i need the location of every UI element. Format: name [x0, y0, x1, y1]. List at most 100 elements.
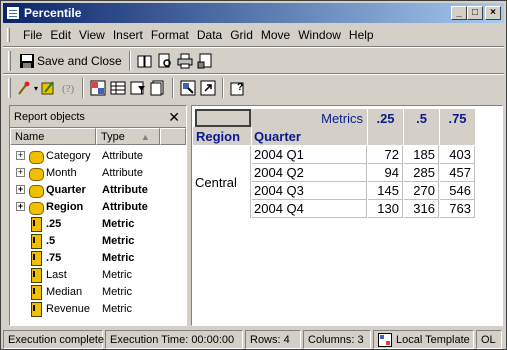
quarter-value[interactable]: 2004 Q4: [252, 200, 367, 218]
metric-header-50[interactable]: .5: [404, 109, 439, 127]
filter-icon[interactable]: [130, 80, 146, 96]
report-help-icon[interactable]: ?: [230, 80, 246, 96]
quarter-header[interactable]: Quarter: [252, 127, 367, 145]
grid-view-icon[interactable]: [110, 80, 126, 96]
menu-move[interactable]: Move: [257, 28, 294, 42]
region-header[interactable]: Region: [193, 127, 251, 145]
metric-icon: [30, 284, 42, 300]
quarter-value[interactable]: 2004 Q1: [252, 146, 367, 164]
grid-corner-cell[interactable]: [195, 109, 251, 127]
report-objects-list: + Category Attribute + Month Attribute +…: [10, 145, 186, 317]
metric-icon: [30, 233, 42, 249]
metric-header-25[interactable]: .25: [368, 109, 403, 127]
pages-icon[interactable]: [150, 80, 166, 96]
list-item[interactable]: Median Metric: [10, 283, 186, 300]
list-item[interactable]: Revenue Metric: [10, 300, 186, 317]
menu-data[interactable]: Data: [193, 28, 226, 42]
expand-icon[interactable]: +: [16, 185, 25, 194]
menu-grid[interactable]: Grid: [226, 28, 257, 42]
close-button[interactable]: ×: [485, 6, 501, 20]
save-and-close-button[interactable]: Save and Close: [14, 50, 125, 72]
status-template[interactable]: Local Template: [373, 330, 474, 349]
svg-text:(?): (?): [62, 83, 75, 95]
item-name: .5: [46, 234, 56, 247]
toolbar-grip: [8, 51, 11, 71]
status-mode: OL: [476, 330, 502, 349]
metric-value: 185: [404, 146, 439, 164]
item-name: Month: [46, 166, 77, 179]
list-item[interactable]: + Month Attribute: [10, 164, 186, 181]
maximize-button[interactable]: □: [467, 6, 483, 20]
menu-window[interactable]: Window: [294, 28, 345, 42]
toolbar-file: Save and Close: [3, 48, 215, 74]
header-spacer: [440, 127, 475, 145]
quarter-value[interactable]: 2004 Q3: [252, 182, 367, 200]
metric-header-75[interactable]: .75: [440, 109, 475, 127]
menu-view[interactable]: View: [75, 28, 109, 42]
item-type: Attribute: [102, 183, 148, 196]
list-item[interactable]: .5 Metric: [10, 232, 186, 249]
item-name: .75: [46, 251, 62, 264]
item-type: Metric: [102, 302, 132, 315]
item-name: Quarter: [46, 183, 86, 196]
app-window: Percentile _ □ × File Edit View Insert F…: [0, 0, 507, 350]
attribute-icon: [28, 149, 44, 164]
list-item[interactable]: + Category Attribute: [10, 147, 186, 164]
metric-value: 285: [404, 164, 439, 182]
metrics-label[interactable]: Metrics: [251, 109, 367, 127]
wand-icon[interactable]: [16, 80, 32, 96]
menu-format[interactable]: Format: [147, 28, 193, 42]
status-bar: Execution complete Execution Time: 00:00…: [3, 330, 504, 349]
column-header-type[interactable]: Type ▲: [96, 128, 160, 145]
list-item[interactable]: Last Metric: [10, 266, 186, 283]
list-item[interactable]: .25 Metric: [10, 215, 186, 232]
print-icon[interactable]: [177, 53, 193, 69]
menu-help[interactable]: Help: [345, 28, 378, 42]
list-item[interactable]: + Region Attribute: [10, 198, 186, 215]
metric-value: 130: [368, 200, 403, 218]
metric-value: 316: [404, 200, 439, 218]
sort-arrow-icon: ▲: [140, 131, 150, 142]
region-value[interactable]: Central: [193, 146, 251, 218]
report-design-icon[interactable]: [90, 80, 106, 96]
expand-icon[interactable]: +: [16, 168, 25, 177]
expand-icon[interactable]: +: [16, 151, 25, 160]
floppy-disk-icon: [20, 54, 34, 68]
toolbar-separator: [172, 78, 175, 98]
drill-icon[interactable]: [180, 80, 196, 96]
print-preview-icon[interactable]: [157, 53, 173, 69]
minimize-button[interactable]: _: [451, 6, 467, 20]
metric-value: 763: [440, 200, 475, 218]
quarter-value[interactable]: 2004 Q2: [252, 164, 367, 182]
metric-icon: [30, 250, 42, 266]
header-spacer: [368, 127, 403, 145]
toolbar-separator: [82, 78, 85, 98]
status-rows: Rows: 4: [245, 330, 301, 349]
item-name: Category: [46, 149, 91, 162]
edit-metric-icon[interactable]: [40, 80, 56, 96]
menu-insert[interactable]: Insert: [109, 28, 147, 42]
title-bar[interactable]: Percentile _ □ ×: [3, 3, 504, 23]
column-header-filler: [160, 128, 186, 145]
close-panel-icon[interactable]: ✕: [168, 109, 180, 126]
expand-icon[interactable]: +: [16, 202, 25, 211]
list-item[interactable]: + Quarter Attribute: [10, 181, 186, 198]
list-item[interactable]: .75 Metric: [10, 249, 186, 266]
status-execution: Execution complete: [3, 330, 104, 349]
report-objects-header: Report objects ✕: [10, 106, 186, 128]
page-setup-icon[interactable]: [197, 53, 213, 69]
column-header-name[interactable]: Name: [10, 128, 96, 145]
metric-icon: [30, 301, 42, 317]
book-icon[interactable]: [137, 53, 153, 69]
svg-text:?: ?: [237, 82, 243, 93]
shortcut-arrow-icon[interactable]: [200, 80, 216, 96]
metric-icon: [30, 267, 42, 283]
menu-file[interactable]: File: [19, 28, 46, 42]
item-type: Metric: [102, 268, 132, 281]
attribute-icon: [28, 166, 44, 181]
metric-value: 94: [368, 164, 403, 182]
chevron-down-icon[interactable]: ▾: [34, 84, 38, 93]
attribute-icon: [28, 200, 44, 215]
menu-edit[interactable]: Edit: [46, 28, 75, 42]
formula-icon[interactable]: (?): [60, 80, 76, 96]
